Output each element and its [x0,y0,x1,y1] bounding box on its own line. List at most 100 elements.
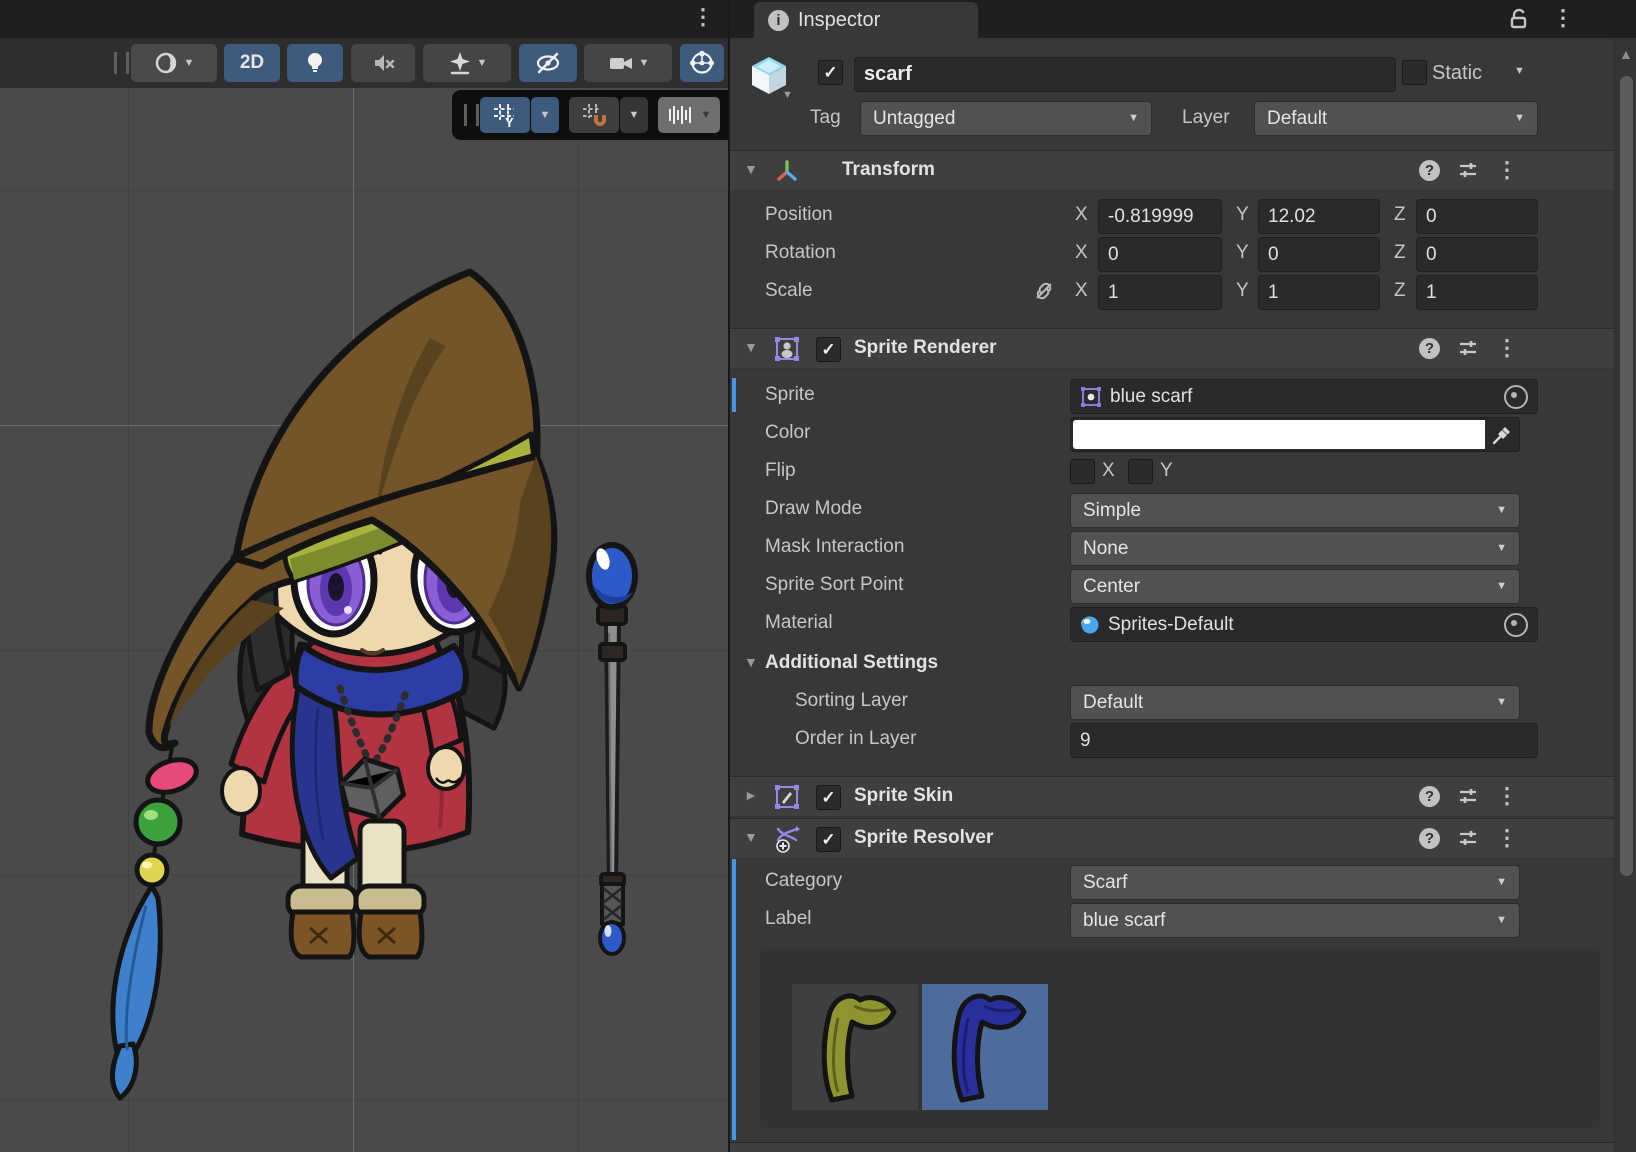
category-row: Category Scarf ▼ [730,864,1614,898]
transform-header[interactable]: ▼ Transform ? ⋮ [730,150,1614,191]
order-in-layer-field[interactable]: 9 [1070,723,1538,758]
position-z-field[interactable]: 0 [1416,199,1538,234]
presets-icon[interactable] [1458,338,1478,358]
sprite-skin-header[interactable]: ► ✓ Sprite Skin ? ⋮ [730,776,1614,817]
object-picker-icon[interactable] [1504,613,1528,637]
sprite-variant-olive-scarf[interactable] [792,984,918,1110]
grid-options-dropdown[interactable]: ▼ [531,97,559,133]
presets-icon[interactable] [1458,160,1478,180]
lock-icon[interactable] [1508,8,1530,30]
hidden-objects-button[interactable] [519,44,577,82]
rotation-y-field[interactable]: 0 [1258,237,1380,272]
scene-menu-icon[interactable]: ⋮ [692,6,714,28]
transform-title: Transform [842,159,935,181]
snapbar-drag-handle[interactable] [464,104,479,126]
gameobject-header: ▼ ✓ scarf Static ▼ Tag Untagged ▼ Layer … [730,38,1614,145]
mask-interaction-dropdown[interactable]: None ▼ [1070,531,1520,566]
foldout-icon[interactable]: ▼ [744,829,758,845]
kebab-menu-icon[interactable]: ⋮ [1496,337,1518,359]
help-icon[interactable]: ? [1419,828,1440,849]
shading-mode-button[interactable]: ▼ [131,44,217,82]
chevron-down-icon: ▼ [184,58,195,69]
static-dropdown-icon[interactable]: ▼ [1514,66,1525,77]
sprite-renderer-header[interactable]: ▼ ✓ Sprite Renderer ? ⋮ [730,328,1614,369]
scene-lighting-button[interactable] [287,44,343,82]
grid-snapping-button[interactable] [569,97,619,133]
inspector-scrollbar[interactable]: ▲ [1614,38,1636,1152]
help-icon[interactable]: ? [1419,338,1440,359]
kebab-menu-icon[interactable]: ⋮ [1496,159,1518,181]
object-picker-icon[interactable] [1504,385,1528,409]
color-row: Color [730,416,1614,450]
material-value: Sprites-Default [1108,614,1234,636]
rotation-x-field[interactable]: 0 [1098,237,1222,272]
audio-mute-button[interactable] [351,44,415,82]
chevron-down-icon: ▼ [477,58,488,69]
sprite-renderer-enabled-checkbox[interactable]: ✓ [816,337,841,362]
scroll-up-icon[interactable]: ▲ [1619,46,1633,62]
rotation-label: Rotation [765,242,836,264]
mask-interaction-label: Mask Interaction [765,536,904,558]
tab-inspector[interactable]: i Inspector [754,2,978,38]
link-broken-icon[interactable] [1033,280,1055,302]
scale-y-field[interactable]: 1 [1258,275,1380,310]
layer-dropdown[interactable]: Default ▼ [1254,101,1538,136]
flip-y-checkbox[interactable] [1128,459,1153,484]
toggle-2d-button[interactable]: 2D [224,44,280,82]
eyedropper-icon[interactable] [1491,424,1513,446]
draw-mode-dropdown[interactable]: Simple ▼ [1070,493,1520,528]
prefab-expand-icon[interactable]: ▼ [782,90,793,101]
snap-increment-button[interactable]: ▼ [658,97,720,133]
gameobject-active-checkbox[interactable]: ✓ [818,60,843,85]
toolbar-drag-handle[interactable] [114,52,129,74]
presets-icon[interactable] [1458,786,1478,806]
foldout-icon[interactable]: ▼ [744,339,758,355]
position-y-field[interactable]: 12.02 [1258,199,1380,234]
sprite-object-field[interactable]: blue scarf [1070,379,1538,414]
sprite-skin-enabled-checkbox[interactable]: ✓ [816,785,841,810]
z-axis-label: Z [1394,204,1406,226]
static-checkbox[interactable] [1402,60,1427,85]
grid-visibility-button[interactable]: Y [480,97,530,133]
sprite-resolver-header[interactable]: ▼ ✓ Sprite Resolver ? ⋮ [730,818,1614,859]
chevron-down-icon: ▼ [639,58,650,69]
foldout-icon[interactable]: ► [744,787,758,803]
scene-viewport[interactable]: Y ▼ ▼ [0,88,728,1152]
gizmos-button[interactable] [680,44,724,82]
material-object-field[interactable]: Sprites-Default [1070,607,1538,642]
grid-magnet-icon [580,101,608,129]
tag-dropdown[interactable]: Untagged ▼ [860,101,1152,136]
info-icon: i [768,10,789,31]
scrollbar-thumb[interactable] [1620,76,1633,876]
color-label: Color [765,422,810,444]
help-icon[interactable]: ? [1419,160,1440,181]
material-row: Material Sprites-Default [730,606,1614,640]
category-dropdown[interactable]: Scarf ▼ [1070,865,1520,900]
color-swatch[interactable] [1073,420,1485,449]
help-icon[interactable]: ? [1419,786,1440,807]
scene-character-sprite[interactable] [0,88,728,1152]
scale-z-field[interactable]: 1 [1416,275,1538,310]
rotation-z-field[interactable]: 0 [1416,237,1538,272]
effects-button[interactable]: ▼ [423,44,511,82]
gameobject-name-field[interactable]: scarf [854,57,1396,92]
label-dropdown[interactable]: blue scarf ▼ [1070,903,1520,938]
sprite-resolver-enabled-checkbox[interactable]: ✓ [816,827,841,852]
additional-settings-row[interactable]: ▼ Additional Settings [730,646,1614,680]
flip-x-checkbox[interactable] [1070,459,1095,484]
foldout-icon[interactable]: ▼ [744,161,758,177]
grid-snapping-dropdown[interactable]: ▼ [620,97,648,133]
sorting-layer-dropdown[interactable]: Default ▼ [1070,685,1520,720]
presets-icon[interactable] [1458,828,1478,848]
sort-point-dropdown[interactable]: Center ▼ [1070,569,1520,604]
foldout-icon[interactable]: ▼ [744,654,758,670]
kebab-menu-icon[interactable]: ⋮ [1496,785,1518,807]
sprite-variant-blue-scarf-selected[interactable] [922,984,1048,1110]
color-field[interactable] [1070,417,1520,452]
kebab-menu-icon[interactable]: ⋮ [1496,827,1518,849]
scene-camera-button[interactable]: ▼ [584,44,672,82]
scale-x-field[interactable]: 1 [1098,275,1222,310]
inspector-menu-icon[interactable]: ⋮ [1552,7,1574,29]
position-x-field[interactable]: -0.819999 [1098,199,1222,234]
sorting-layer-label: Sorting Layer [795,690,908,712]
